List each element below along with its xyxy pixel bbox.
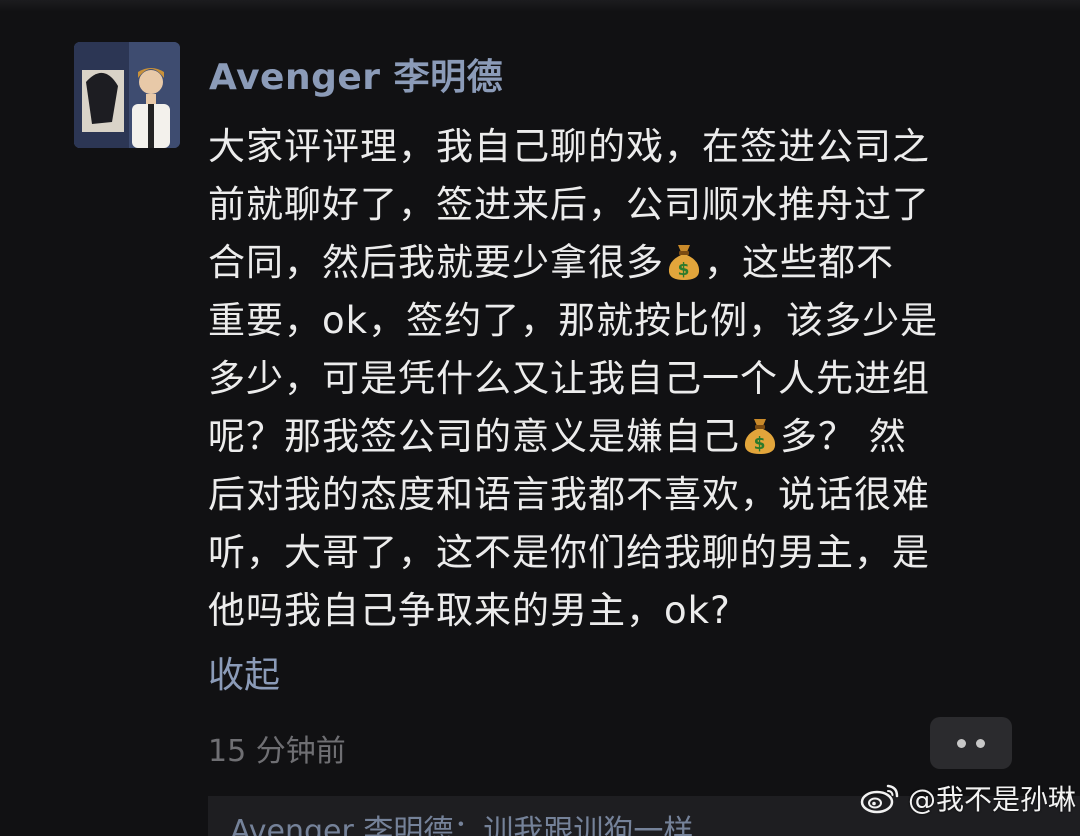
collapse-link[interactable]: 收起: [208, 646, 280, 698]
comment-body: 大家评评理，我自己聊的戏，在签进公司之 前就聊好了，签进来后，公司顺水推舟过了 …: [208, 118, 1028, 640]
avatar-image: [74, 42, 180, 148]
more-options-button[interactable]: [930, 717, 1012, 769]
comment-timestamp: 15 分钟前: [208, 734, 346, 769]
comment-line: 重要，ok，签约了，那就按比例，该多少是: [208, 299, 939, 342]
more-dots-icon: [957, 738, 966, 748]
comment-line: 后对我的态度和语言我都不喜欢，说话很难: [208, 473, 930, 516]
money-bag-icon: $: [742, 414, 778, 472]
reply-preview-text: Avenger 李明德：训我跟训狗一样: [230, 814, 694, 836]
comment-line: 大家评评理，我自己聊的戏，在签进公司之: [208, 125, 930, 168]
comment-line: 多少，可是凭什么又让我自己一个人先进组: [208, 357, 930, 400]
comment-line: 前就聊好了，签进来后，公司顺水推舟过了: [208, 183, 930, 226]
svg-text:$: $: [754, 434, 767, 454]
watermark-text: @我不是孙琳: [908, 783, 1077, 816]
avatar[interactable]: [74, 42, 180, 148]
weibo-logo-icon: [860, 784, 899, 814]
comment-author[interactable]: Avenger 李明德: [209, 48, 503, 100]
comment-line: 听，大哥了，这不是你们给我聊的男主，是: [208, 531, 930, 574]
comment-line: 呢？那我签公司的意义是嫌自己 $ 多？ 然: [208, 408, 1028, 466]
money-bag-icon: $: [666, 240, 702, 298]
svg-text:$: $: [678, 260, 691, 280]
comment-line: 合同，然后我就要少拿很多 $ ，这些都不: [208, 234, 1028, 292]
weibo-watermark: @我不是孙琳: [860, 778, 1076, 818]
comment-line: 他吗我自己争取来的男主，ok?: [208, 589, 731, 632]
top-divider: [0, 0, 1080, 12]
more-dots-icon: [976, 738, 985, 748]
